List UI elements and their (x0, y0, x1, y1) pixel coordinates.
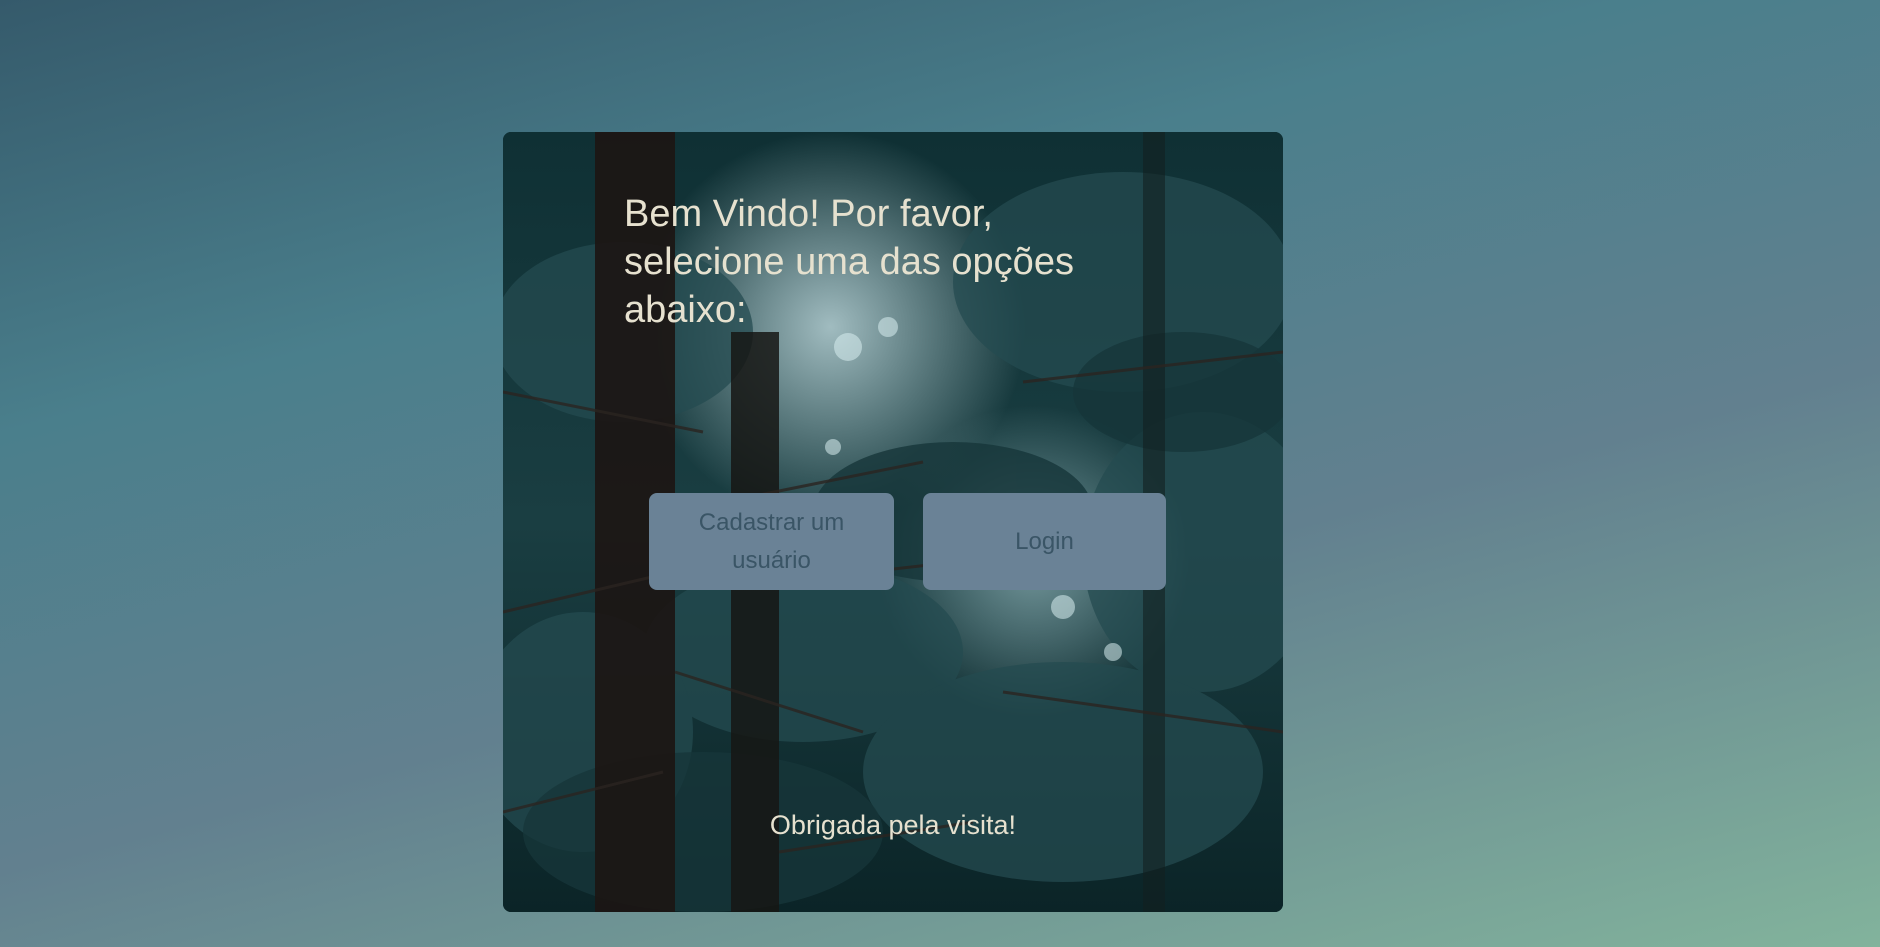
login-button[interactable]: Login (923, 493, 1166, 590)
thanks-message: Obrigada pela visita! (769, 810, 1017, 840)
welcome-heading: Bem Vindo! Por favor, selecione uma das … (624, 193, 1074, 331)
register-user-button[interactable]: Cadastrar um usuário (649, 493, 894, 590)
login-button-label: Login (1015, 527, 1074, 555)
register-user-button-label: Cadastrar um usuário (698, 508, 845, 574)
welcome-card: Bem Vindo! Por favor, selecione uma das … (503, 132, 1283, 912)
